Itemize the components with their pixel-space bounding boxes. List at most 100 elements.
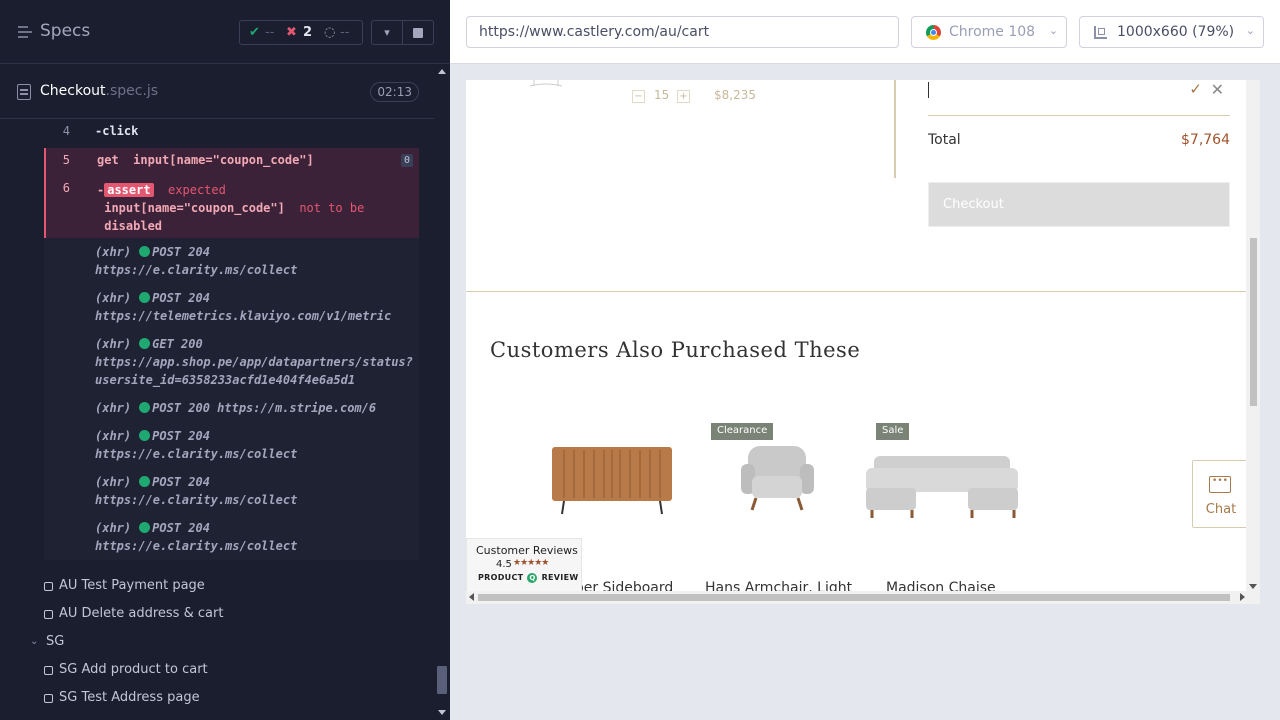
xhr-log-entry[interactable]: (xhr) POST 204 https://e.clarity.ms/collec… — [95, 243, 419, 279]
scroll-left-arrow-icon[interactable] — [469, 593, 474, 601]
xhr-log-entry[interactable]: (xhr) POST 204 https://e.clarity.ms/collec… — [95, 519, 419, 555]
xhr-log-entry[interactable]: (xhr) POST 200 https://m.stripe.com/6 — [95, 399, 419, 417]
total-label: Total — [928, 132, 961, 148]
divider — [466, 291, 1260, 292]
test-stats: ✔ -- ✖ 2 ◌ -- — [239, 20, 363, 45]
scrollbar-thumb[interactable] — [437, 666, 447, 694]
test-item[interactable]: AU Delete address & cart — [44, 606, 223, 621]
chat-button[interactable]: ••• Chat — [1192, 460, 1248, 528]
specs-list-icon[interactable] — [18, 25, 32, 39]
assert-phrase: not to be — [299, 201, 365, 215]
aut-header: https://www.castlery.com/au/cart Chrome … — [450, 0, 1280, 64]
pending-count: -- — [340, 25, 350, 40]
product-image-sideboard[interactable] — [550, 442, 676, 516]
test-item[interactable]: SG Test Address page — [44, 690, 200, 705]
xhr-log-entry[interactable]: (xhr) POST 204 https://telemetrics.klaviyo… — [95, 289, 419, 325]
spec-base-name: Checkout — [40, 83, 106, 99]
scroll-down-arrow-icon[interactable] — [1249, 584, 1257, 589]
status-dot-icon — [139, 246, 151, 257]
customer-reviews-widget[interactable]: Customer Reviews 4.5 ★★★★★ PRODUCT Q REV… — [466, 538, 582, 593]
aut-vertical-scrollbar[interactable] — [1246, 80, 1260, 593]
viewport-label: 1000x660 (79%) — [1117, 24, 1235, 40]
coupon-code-input[interactable]: ✓ ✕ — [928, 80, 1230, 116]
xhr-log-entry[interactable]: (xhr) POST 204 https://e.clarity.ms/collec… — [95, 473, 419, 509]
product-image-armchair[interactable] — [738, 442, 818, 514]
command-row[interactable]: 4 -click — [44, 124, 419, 148]
scroll-right-arrow-icon[interactable] — [1240, 593, 1245, 601]
scroll-down-arrow-icon[interactable] — [438, 710, 446, 715]
spec-file-row[interactable]: Checkout.spec.js 02:13 — [0, 65, 434, 119]
test-status-icon — [44, 582, 53, 591]
logo-text: PRODUCT — [478, 573, 524, 582]
scrollbar-thumb[interactable] — [1250, 238, 1257, 406]
failed-x-icon: ✖ — [286, 25, 297, 40]
stop-icon — [413, 28, 423, 38]
failed-count: 2 — [303, 25, 313, 40]
xhr-log-entry[interactable]: (xhr) POST 204 https://e.clarity.ms/collec… — [95, 427, 419, 463]
suite-item[interactable]: ⌄ SG — [30, 634, 64, 649]
xhr-url-cont: usersite_id=6358233acfd1e404f4e6a5d1 — [95, 373, 356, 387]
viewport-selector[interactable]: 1000x660 (79%) ⌄ — [1079, 16, 1264, 48]
xhr-method-status: POST 200 https://m.stripe.com/6 — [152, 401, 377, 415]
test-title: SG Test Address page — [59, 690, 200, 705]
increase-qty-button[interactable]: + — [677, 90, 690, 103]
scrollbar-thumb[interactable] — [478, 594, 1230, 601]
star-rating-icon: ★★★★★ — [513, 558, 549, 568]
cart-product-image — [529, 80, 563, 87]
scroll-up-arrow-icon[interactable] — [438, 69, 446, 74]
total-value: $7,764 — [1181, 132, 1230, 148]
command-row-failed[interactable]: 5 get input[name="coupon_code"] 0 — [44, 148, 419, 176]
assert-last-word: disabled — [104, 219, 163, 233]
cypress-runner-panel: Specs ✔ -- ✖ 2 ◌ -- ▾ Checkout.spec.js 0… — [0, 0, 450, 720]
test-title: AU Delete address & cart — [59, 606, 224, 621]
viewport-icon — [1094, 26, 1107, 39]
auto-scroll-toggle-button[interactable]: ▾ — [371, 20, 403, 45]
chevron-down-icon: ⌄ — [1245, 24, 1255, 37]
command-number: 5 — [62, 153, 70, 167]
test-title: SG Add product to cart — [59, 662, 208, 677]
xhr-url: https://app.shop.pe/app/datapartners/sta… — [95, 355, 413, 369]
test-item[interactable]: SG Add product to cart — [44, 662, 208, 677]
status-dot-icon — [139, 430, 151, 441]
xhr-method-status: POST 204 — [152, 475, 210, 489]
url-bar[interactable]: https://www.castlery.com/au/cart — [466, 16, 899, 48]
chrome-icon — [926, 25, 941, 40]
runner-header: Specs ✔ -- ✖ 2 ◌ -- ▾ — [0, 0, 450, 64]
checkout-button[interactable]: Checkout — [928, 182, 1230, 227]
aut-horizontal-scrollbar[interactable] — [466, 591, 1260, 604]
spec-file-name: Checkout.spec.js — [40, 83, 158, 99]
test-status-icon — [44, 666, 53, 675]
xhr-method-status: POST 204 — [152, 521, 210, 535]
status-dot-icon — [139, 292, 151, 303]
xhr-kind: (xhr) — [95, 291, 132, 305]
close-icon[interactable]: ✕ — [1211, 80, 1224, 99]
xhr-method-status: POST 204 — [152, 429, 210, 443]
logo-q-icon: Q — [527, 573, 538, 583]
check-icon[interactable]: ✓ — [1189, 80, 1202, 98]
pending-spinner-icon: ◌ — [324, 25, 336, 40]
assert-word: expected — [168, 183, 226, 197]
product-image-chaise[interactable] — [864, 452, 1020, 520]
app-under-test-frame: − 15 + $8,235 ✓ ✕ Total $7,764 Checkout … — [466, 80, 1260, 604]
specs-title[interactable]: Specs — [40, 21, 90, 41]
text-cursor — [928, 82, 929, 98]
chevron-down-icon: ⌄ — [30, 636, 39, 647]
command-name: get — [97, 153, 119, 167]
test-item[interactable]: AU Test Payment page — [44, 578, 205, 593]
clearance-badge: Clearance — [711, 423, 774, 440]
xhr-url: https://e.clarity.ms/collect — [95, 447, 298, 461]
command-row-failed[interactable]: 6 - assert expected input[name="coupon_co… — [44, 176, 419, 238]
stop-button[interactable] — [402, 20, 434, 45]
browser-selector[interactable]: Chrome 108 ⌄ — [911, 16, 1067, 48]
spec-extension: .spec.js — [105, 83, 159, 99]
spec-duration-badge: 02:13 — [370, 82, 419, 102]
product-review-logo: PRODUCT Q REVIEW — [478, 573, 578, 583]
reviews-title: Customer Reviews — [476, 544, 578, 557]
decrease-qty-button[interactable]: − — [632, 90, 645, 103]
passed-check-icon: ✔ — [249, 25, 260, 40]
xhr-log-entry[interactable]: (xhr) GET 200 https://app.shop.pe/app/data… — [95, 335, 419, 389]
runner-scrollbar[interactable] — [434, 64, 450, 720]
xhr-kind: (xhr) — [95, 337, 132, 351]
xhr-method-status: POST 204 — [152, 245, 210, 259]
command-text: get input[name="coupon_code"] — [97, 153, 415, 167]
